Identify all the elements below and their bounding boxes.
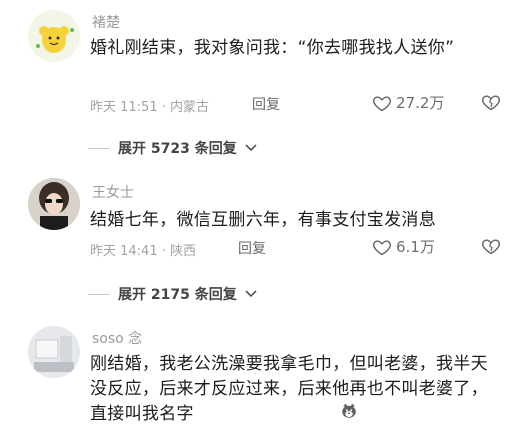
yellow-mascot-icon xyxy=(28,10,80,62)
comment-location: 陕西 xyxy=(170,244,197,259)
avatar[interactable] xyxy=(28,326,80,378)
like-button[interactable]: 27.2万 xyxy=(372,92,444,113)
chevron-down-icon xyxy=(245,290,257,298)
expand-replies[interactable]: 展开 5723 条回复 xyxy=(88,138,257,158)
username[interactable]: soso 念 xyxy=(92,328,142,348)
divider xyxy=(88,147,110,149)
comment-time: 昨天 11:51 xyxy=(90,100,158,115)
husky-emoji-icon xyxy=(340,402,358,424)
username[interactable]: 王女士 xyxy=(92,182,134,202)
comment-time: 昨天 14:41 xyxy=(90,244,158,259)
username[interactable]: 褚楚 xyxy=(92,12,120,32)
comment-text: 结婚七年，微信互删六年，有事支付宝发消息 xyxy=(90,210,436,230)
heart-icon xyxy=(372,95,392,111)
broken-heart-icon xyxy=(481,239,501,255)
comment-text: 刚结婚，我老公洗澡要我拿毛巾，但叫老婆，我半天没反应，后来才反应过来，后来他再也… xyxy=(90,354,488,424)
reply-button[interactable]: 回复 xyxy=(252,94,280,114)
reply-button[interactable]: 回复 xyxy=(238,238,266,258)
chevron-down-icon xyxy=(245,144,257,152)
expand-replies-label: 展开 2175 条回复 xyxy=(118,287,237,303)
comment-location: 内蒙古 xyxy=(170,100,210,115)
avatar[interactable] xyxy=(28,178,80,230)
broken-heart-icon xyxy=(481,95,501,111)
like-count: 6.1万 xyxy=(396,238,435,256)
like-count: 27.2万 xyxy=(396,94,445,112)
comment-meta: 昨天 11:51 · 内蒙古 xyxy=(90,100,210,115)
dislike-button[interactable] xyxy=(481,236,501,260)
woman-photo-icon xyxy=(28,178,80,230)
divider xyxy=(88,293,110,295)
comment-meta: 昨天 14:41 · 陕西 xyxy=(90,244,197,259)
dislike-button[interactable] xyxy=(481,92,501,116)
comment-text: 婚礼刚结束，我对象问我：“你去哪我找人送你” xyxy=(90,38,455,58)
avatar[interactable] xyxy=(28,10,80,62)
interior-photo-icon xyxy=(28,326,80,378)
like-button[interactable]: 6.1万 xyxy=(372,236,435,257)
expand-replies[interactable]: 展开 2175 条回复 xyxy=(88,284,257,304)
expand-replies-label: 展开 5723 条回复 xyxy=(118,141,237,157)
heart-icon xyxy=(372,239,392,255)
